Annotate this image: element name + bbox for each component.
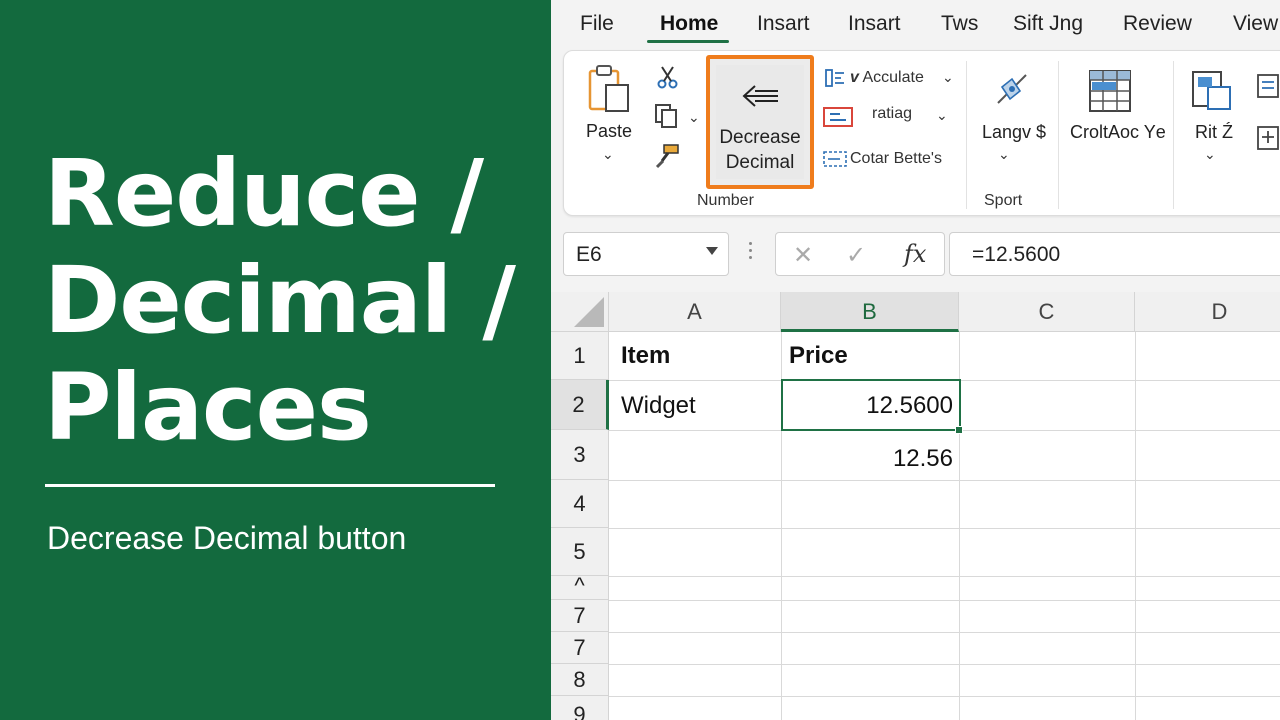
decrease-decimal-inner: Decrease Decimal <box>716 65 804 179</box>
ribbon-separator-3 <box>1173 61 1174 209</box>
croltoc-button[interactable]: CroltАoc Yе <box>1070 122 1166 143</box>
row-header-5[interactable]: 5 <box>551 528 609 576</box>
formula-input[interactable]: =12.5600 <box>949 232 1280 276</box>
table-format-icon[interactable] <box>1088 69 1132 118</box>
select-all-corner[interactable] <box>551 292 609 332</box>
insert-function-icon[interactable]: fx <box>904 240 926 268</box>
tab-file[interactable]: File <box>580 12 614 36</box>
name-box[interactable]: E6 <box>563 232 729 276</box>
accumulate-dropdown-icon[interactable]: ⌄ <box>942 69 954 86</box>
gridline-h9 <box>609 696 1280 697</box>
cancel-icon[interactable]: ✕ <box>793 241 813 270</box>
title-divider <box>45 484 495 487</box>
tab-home[interactable]: Home <box>660 12 718 36</box>
lang-button[interactable]: Langv $ <box>982 122 1046 143</box>
cell-a2[interactable]: Widget <box>621 392 696 420</box>
copy-dropdown-icon[interactable]: ⌄ <box>688 109 700 126</box>
decrease-decimal-label-2: Decimal <box>725 152 795 173</box>
gridline-h5 <box>609 576 1280 577</box>
gridline-v3 <box>1135 332 1136 720</box>
format-painter-icon[interactable] <box>654 143 680 174</box>
accumulate-icon <box>824 67 846 94</box>
cell-a1[interactable]: Item <box>621 342 670 370</box>
active-tab-indicator <box>647 40 729 43</box>
ratio-icon <box>822 105 854 134</box>
gridline-h8 <box>609 664 1280 665</box>
rit-button[interactable]: Rit Ź <box>1195 122 1233 143</box>
accumulate-label: Acculate <box>862 69 924 86</box>
cell-b1[interactable]: Price <box>789 342 848 370</box>
row-header-7[interactable]: 7 <box>551 600 609 632</box>
rit-dropdown-icon[interactable]: ⌄ <box>1204 146 1216 163</box>
ribbon-tabs: File Home Insart Insart Tws Sift Jng Rev… <box>551 0 1280 50</box>
title-line-3: Places <box>44 354 372 461</box>
title-panel: Reduce / Decimal / Places Decrease Decim… <box>0 0 551 720</box>
worksheet-grid: A B C D 1 2 3 4 5 ^ 7 7 8 9 Item Price W… <box>551 292 1280 720</box>
row-header-3[interactable]: 3 <box>551 430 609 480</box>
decrease-decimal-button[interactable]: Decrease Decimal <box>706 55 814 189</box>
rit-icon[interactable] <box>1190 69 1234 118</box>
spreadsheet-app: File Home Insart Insart Tws Sift Jng Rev… <box>551 0 1280 720</box>
active-cell-border <box>781 379 961 431</box>
gridline-h4 <box>609 528 1280 529</box>
fill-handle[interactable] <box>955 426 963 434</box>
number-group-label: Number <box>697 192 754 209</box>
formula-bar-grip-icon[interactable] <box>749 242 753 263</box>
row-header-6[interactable]: ^ <box>551 576 609 600</box>
column-header-c[interactable]: C <box>959 292 1135 332</box>
formula-text: =12.5600 <box>972 243 1061 266</box>
sport-group-label: Sport <box>984 192 1023 209</box>
decrease-decimal-label-1: Decrease <box>719 127 801 148</box>
cut-icon[interactable] <box>656 65 680 94</box>
name-box-dropdown-icon[interactable] <box>706 247 718 255</box>
title-heading: Reduce / Decimal / Places <box>44 140 524 461</box>
paste-icon[interactable] <box>586 63 634 115</box>
gridline-h6 <box>609 600 1280 601</box>
extra-icon-1[interactable] <box>1256 73 1280 104</box>
ribbon-separator-2 <box>1058 61 1059 209</box>
row-header-1[interactable]: 1 <box>551 332 609 380</box>
row-header-2[interactable]: 2 <box>551 380 609 430</box>
title-line-1: Reduce / <box>44 140 484 247</box>
paste-dropdown-icon[interactable]: ⌄ <box>602 146 614 163</box>
tab-insert[interactable]: Insart <box>757 12 810 36</box>
title-subtitle: Decrease Decimal button <box>47 520 407 556</box>
gridline-h3 <box>609 480 1280 481</box>
column-header-a[interactable]: A <box>609 292 781 332</box>
sport-icon[interactable] <box>992 69 1032 114</box>
accumulate-button[interactable]: v Acculate <box>850 69 924 87</box>
column-header-d[interactable]: D <box>1135 292 1280 332</box>
ratio-dropdown-icon[interactable]: ⌄ <box>936 107 948 124</box>
left-arrow-icon <box>741 83 781 114</box>
paste-button[interactable]: Paste <box>586 121 632 142</box>
gridline-h7 <box>609 632 1280 633</box>
extra-icon-2[interactable] <box>1256 125 1280 156</box>
cotar-button[interactable]: Cotar Bette's <box>850 150 942 168</box>
title-line-2: Decimal / <box>44 247 516 354</box>
tab-tws[interactable]: Tws <box>941 12 978 36</box>
cell-b3[interactable]: 12.56 <box>791 445 953 473</box>
tab-sift[interactable]: Sift Jng <box>1013 12 1083 36</box>
copy-icon[interactable] <box>654 103 680 134</box>
row-header-4[interactable]: 4 <box>551 480 609 528</box>
enter-icon[interactable]: ✓ <box>846 241 866 270</box>
column-header-b[interactable]: B <box>781 292 959 332</box>
tab-view[interactable]: View <box>1233 12 1278 36</box>
lang-dropdown-icon[interactable]: ⌄ <box>998 146 1010 163</box>
row-header-8[interactable]: 8 <box>551 664 609 696</box>
cotar-icon <box>822 149 848 174</box>
formula-controls: ✕ ✓ fx <box>775 232 945 276</box>
ratio-button[interactable]: ratiag <box>872 105 912 123</box>
name-box-value: E6 <box>576 243 602 266</box>
row-header-7b[interactable]: 7 <box>551 632 609 664</box>
ribbon-separator-1 <box>966 61 967 209</box>
decrease-decimal-label: Decrease Decimal <box>716 125 804 175</box>
row-header-9[interactable]: 9 <box>551 696 609 720</box>
ribbon-panel: Paste ⌄ ⌄ Decrease Decimal v Acculate ⌄ … <box>563 50 1280 216</box>
tab-review[interactable]: Review <box>1123 12 1192 36</box>
tab-insert-2[interactable]: Insart <box>848 12 901 36</box>
